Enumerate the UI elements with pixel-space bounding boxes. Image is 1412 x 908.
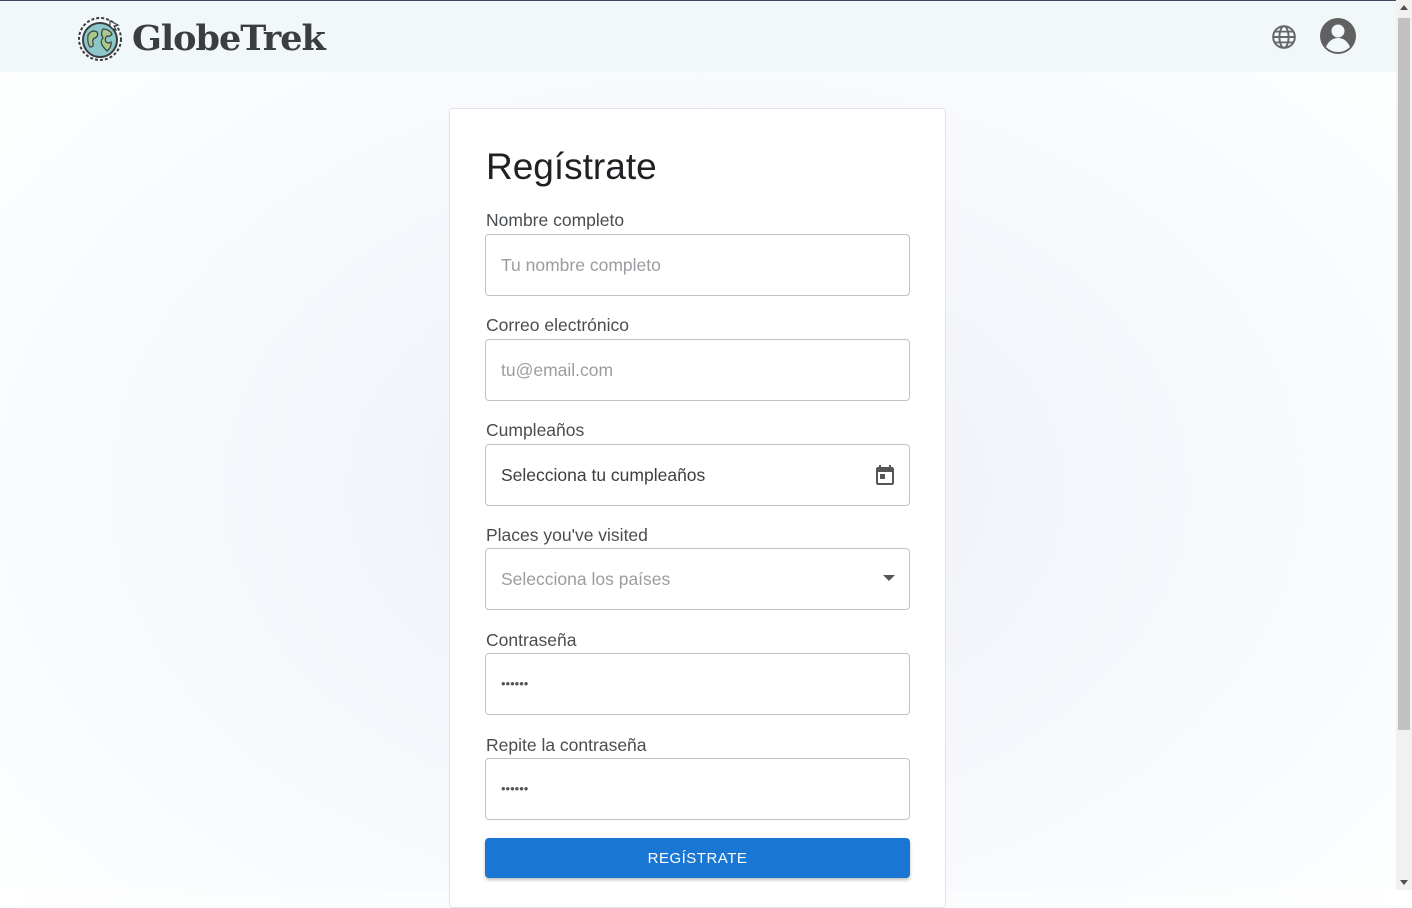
dropdown-arrow-icon[interactable] <box>883 575 895 581</box>
password-field[interactable]: •••••• <box>485 653 910 715</box>
password-repeat-label: Repite la contraseña <box>486 735 647 755</box>
full-name-label: Nombre completo <box>486 210 625 230</box>
places-placeholder: Selecciona los países <box>501 569 671 589</box>
scroll-down-arrow-icon[interactable] <box>1400 880 1408 885</box>
globe-icon[interactable] <box>1271 24 1297 50</box>
password-repeat-value: •••••• <box>501 781 529 796</box>
signup-card: Regístrate Nombre completo Correo electr… <box>449 108 946 908</box>
brand-name: GlobeTrek <box>132 18 326 59</box>
birthday-value: Selecciona tu cumpleaños <box>501 465 706 485</box>
password-label: Contraseña <box>486 630 577 650</box>
email-label: Correo electrónico <box>486 315 629 335</box>
vertical-scrollbar[interactable] <box>1396 0 1412 890</box>
full-name-input[interactable] <box>486 235 909 295</box>
calendar-icon[interactable] <box>873 463 897 487</box>
globe-logo-icon <box>78 17 122 61</box>
top-app-bar: GlobeTrek <box>0 1 1396 72</box>
scrollbar-thumb[interactable] <box>1398 18 1410 730</box>
places-select[interactable]: Selecciona los países <box>485 548 910 610</box>
birthday-picker[interactable]: Selecciona tu cumpleaños <box>485 444 910 506</box>
register-button[interactable]: REGÍSTRATE <box>485 838 910 878</box>
brand-logo[interactable]: GlobeTrek <box>76 15 326 63</box>
places-label: Places you've visited <box>486 525 648 545</box>
password-repeat-field[interactable]: •••••• <box>485 758 910 820</box>
scroll-up-arrow-icon[interactable] <box>1400 5 1408 10</box>
email-field[interactable] <box>485 339 910 401</box>
form-title: Regístrate <box>486 146 657 187</box>
account-circle-icon[interactable] <box>1319 17 1357 55</box>
birthday-label: Cumpleaños <box>486 420 585 440</box>
password-value: •••••• <box>501 676 529 691</box>
email-input[interactable] <box>486 340 909 400</box>
full-name-field[interactable] <box>485 234 910 296</box>
